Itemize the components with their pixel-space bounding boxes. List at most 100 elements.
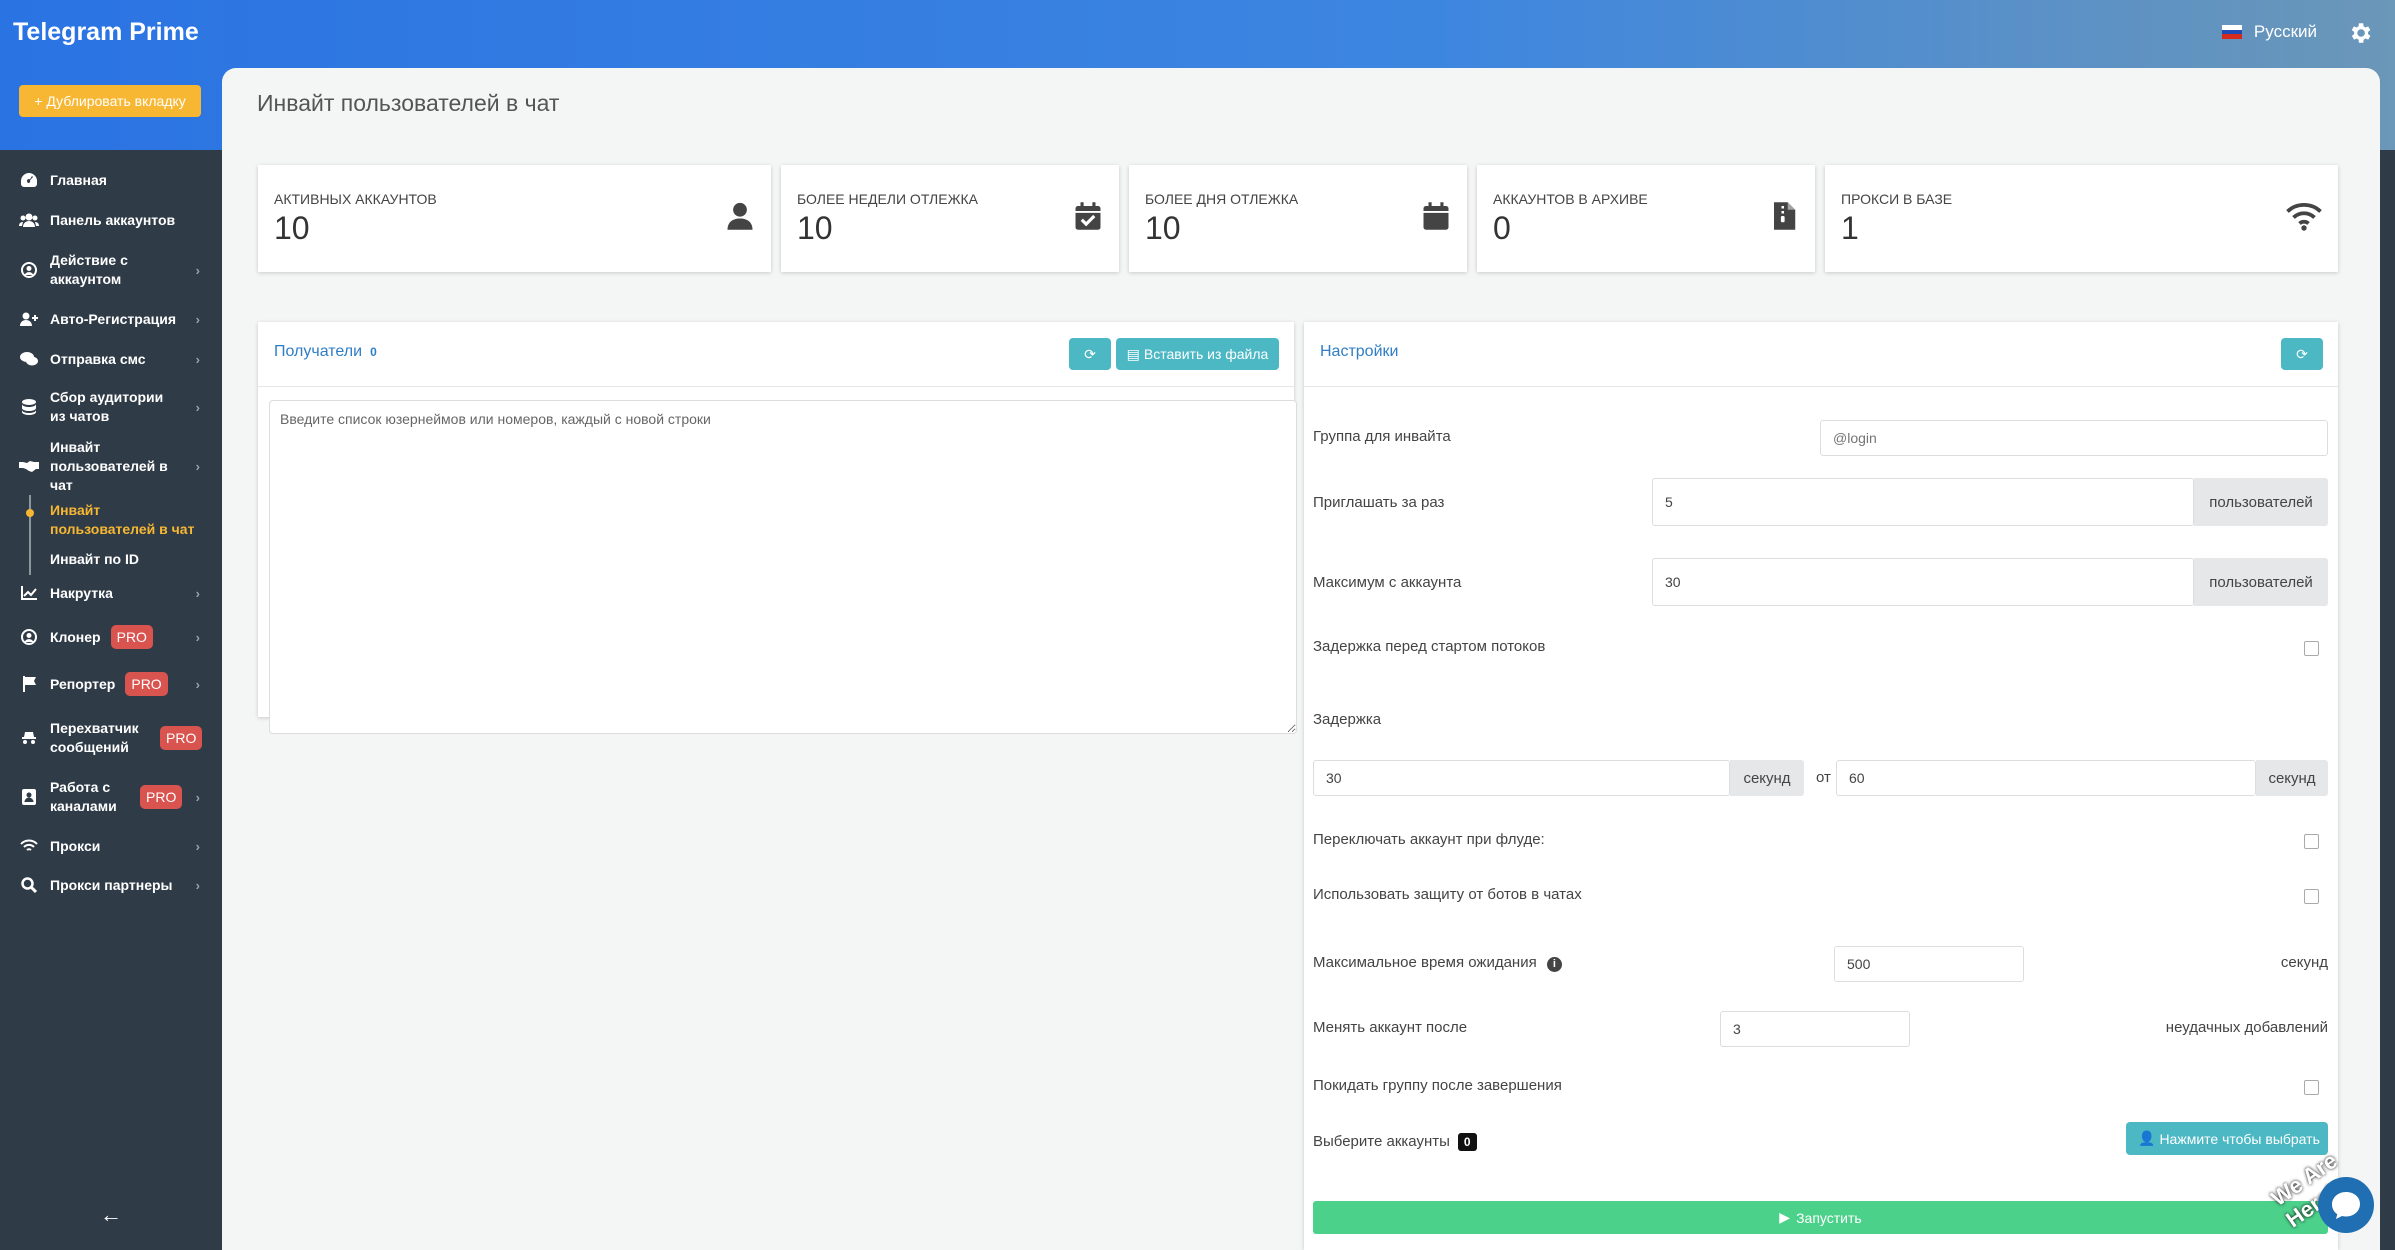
- delay-from-input[interactable]: [1313, 760, 1730, 796]
- selected-accounts-count: 0: [1457, 1133, 1477, 1151]
- leave-group-checkbox[interactable]: [2304, 1080, 2319, 1095]
- change-after-input[interactable]: [1720, 1011, 1910, 1047]
- max-wait-unit: секунд: [2280, 954, 2328, 971]
- sidebar-item-boost[interactable]: Накрутка ›: [0, 583, 222, 603]
- sidebar-item-label: Прокси партнеры: [50, 876, 173, 893]
- per-time-input[interactable]: [1652, 478, 2194, 526]
- delay-start-label: Задержка перед стартом потоков: [1313, 638, 1546, 655]
- subitem-invite-by-id[interactable]: Инвайт по ID: [50, 550, 139, 569]
- chat-bubble-icon: [2332, 1192, 2360, 1219]
- select-accounts-button-label: Нажмите чтобы выбрать: [2159, 1130, 2320, 1147]
- sidebar-item-audience-collect[interactable]: Сбор аудитории из чатов ›: [0, 387, 222, 427]
- sidebar-item-accounts-panel[interactable]: Панель аккаунтов: [0, 210, 222, 230]
- sidebar-item-label: Авто-Регистрация: [50, 310, 176, 327]
- chevron-right-icon: ›: [195, 351, 200, 367]
- stat-value: 10: [274, 210, 310, 246]
- sidebar-item-proxy[interactable]: Прокси ›: [0, 836, 222, 856]
- refresh-settings-button[interactable]: ⟳: [2281, 338, 2323, 370]
- plus-icon: +: [34, 93, 43, 109]
- change-after-label: Менять аккаунт после: [1313, 1019, 1468, 1036]
- sidebar-item-label: Накрутка: [50, 584, 113, 601]
- refresh-icon: ⟳: [2296, 345, 2308, 362]
- sidebar-item-auto-registration[interactable]: Авто-Регистрация ›: [0, 309, 222, 329]
- subitem-invite-users[interactable]: Инвайт пользователей в чат: [50, 501, 200, 539]
- language-selector[interactable]: Русский: [2221, 22, 2317, 42]
- bot-protection-checkbox[interactable]: [2304, 889, 2319, 904]
- gear-icon[interactable]: [2347, 20, 2373, 46]
- language-label: Русский: [2253, 22, 2317, 41]
- run-button[interactable]: ▶ Запустить: [1313, 1201, 2328, 1234]
- duplicate-tab-button[interactable]: + Дублировать вкладку: [19, 85, 201, 117]
- sidebar-item-proxy-partners[interactable]: Прокси партнеры ›: [0, 875, 222, 895]
- leave-group-label: Покидать группу после завершения: [1313, 1077, 1562, 1094]
- spy-icon: [18, 729, 40, 747]
- calendar-check-icon: [1075, 202, 1101, 230]
- sidebar-item-cloner[interactable]: Клонер PRO ›: [0, 622, 222, 652]
- recipients-header: Получатели 0 ⟳ ▤ Вставить из файла: [258, 322, 1294, 387]
- refresh-recipients-button[interactable]: ⟳: [1069, 338, 1111, 370]
- sidebar-item-label: Сбор аудитории из чатов: [50, 389, 164, 424]
- sidebar-item-sms[interactable]: Отправка смс ›: [0, 349, 222, 369]
- switch-flood-checkbox[interactable]: [2304, 834, 2319, 849]
- max-wait-input[interactable]: [1834, 946, 2024, 982]
- sidebar-item-label: Действие с аккаунтом: [50, 252, 128, 287]
- sidebar-item-label: Перехватчик сообщений: [50, 720, 139, 755]
- refresh-icon: ⟳: [1084, 345, 1096, 362]
- stat-proxies: Прокси в базе 1: [1825, 165, 2338, 272]
- seconds-addon: секунд: [2256, 760, 2328, 796]
- clone-icon: [18, 628, 40, 646]
- info-icon[interactable]: i: [1546, 957, 1562, 972]
- submenu-line: [29, 495, 31, 575]
- chat-widget-button[interactable]: [2318, 1177, 2374, 1233]
- max-wait-text: Максимальное время ожидания: [1313, 954, 1537, 971]
- sidebar-item-account-action[interactable]: Действие с аккаунтом ›: [0, 250, 222, 290]
- seconds-addon: секунд: [1730, 760, 1804, 796]
- stat-week-rest: Более недели отлежка 10: [781, 165, 1119, 272]
- stat-label: Более дня отлежка: [1145, 191, 1299, 207]
- play-icon: ▶: [1779, 1209, 1791, 1225]
- delay-start-checkbox[interactable]: [2304, 641, 2319, 656]
- delay-to-input[interactable]: [1836, 760, 2256, 796]
- switch-flood-label: Переключать аккаунт при флуде:: [1313, 831, 1545, 848]
- sidebar-item-label: Работа с каналами: [50, 779, 117, 814]
- settings-header: Настройки ⟳: [1304, 322, 2338, 387]
- select-accounts-label: Выберите аккаунты 0: [1313, 1133, 1477, 1151]
- stat-value: 10: [797, 210, 833, 246]
- stat-label: Аккаунтов в архиве: [1493, 191, 1648, 207]
- app-title[interactable]: Telegram Prime: [13, 18, 199, 47]
- run-button-label: Запустить: [1796, 1209, 1862, 1226]
- search-icon: [18, 876, 40, 894]
- chevron-right-icon: ›: [195, 399, 200, 415]
- chevron-right-icon: ›: [195, 789, 200, 805]
- stat-active-accounts: Активных аккаунтов 10: [258, 165, 771, 272]
- stat-label: Более недели отлежка: [797, 191, 979, 207]
- sidebar-item-reporter[interactable]: Репортер PRO ›: [0, 669, 222, 699]
- chevron-right-icon: ›: [195, 585, 200, 601]
- collapse-sidebar-icon[interactable]: ←: [100, 1202, 122, 1228]
- stat-label: Активных аккаунтов: [274, 191, 437, 207]
- group-input[interactable]: [1820, 420, 2328, 456]
- recipients-panel: Получатели 0 ⟳ ▤ Вставить из файла: [258, 322, 1297, 734]
- database-icon: [18, 398, 40, 416]
- file-icon: ▤: [1126, 345, 1140, 362]
- insert-from-file-button[interactable]: ▤ Вставить из файла: [1116, 338, 1279, 370]
- sidebar-item-label: Репортер: [50, 675, 116, 692]
- recipients-title-label: Получатели: [274, 343, 363, 360]
- main-content: Инвайт пользователей в чат Активных акка…: [222, 68, 2380, 1250]
- recipients-title: Получатели 0: [274, 343, 377, 361]
- change-after-unit: неудачных добавлений: [2165, 1019, 2328, 1036]
- archive-file-icon: [1774, 202, 1796, 230]
- max-per-account-input[interactable]: [1652, 558, 2194, 606]
- sidebar-item-invite[interactable]: Инвайт пользователей в чат ›: [0, 439, 222, 493]
- user-plus-icon: [18, 310, 40, 328]
- sidebar-item-interceptor[interactable]: Перехватчик сообщений PRO: [0, 718, 222, 758]
- sidebar-item-home[interactable]: Главная: [0, 170, 222, 190]
- insert-from-file-label: Вставить из файла: [1143, 346, 1269, 362]
- sidebar-item-label: Панель аккаунтов: [50, 211, 176, 228]
- recipients-textarea[interactable]: [269, 400, 1297, 734]
- delay-label: Задержка: [1313, 711, 1382, 728]
- handshake-icon: [18, 457, 40, 475]
- sidebar-item-channels[interactable]: Работа с каналами PRO ›: [0, 777, 222, 817]
- select-accounts-button[interactable]: 👤 Нажмите чтобы выбрать: [2126, 1122, 2328, 1155]
- duplicate-tab-label: Дублировать вкладку: [46, 93, 186, 109]
